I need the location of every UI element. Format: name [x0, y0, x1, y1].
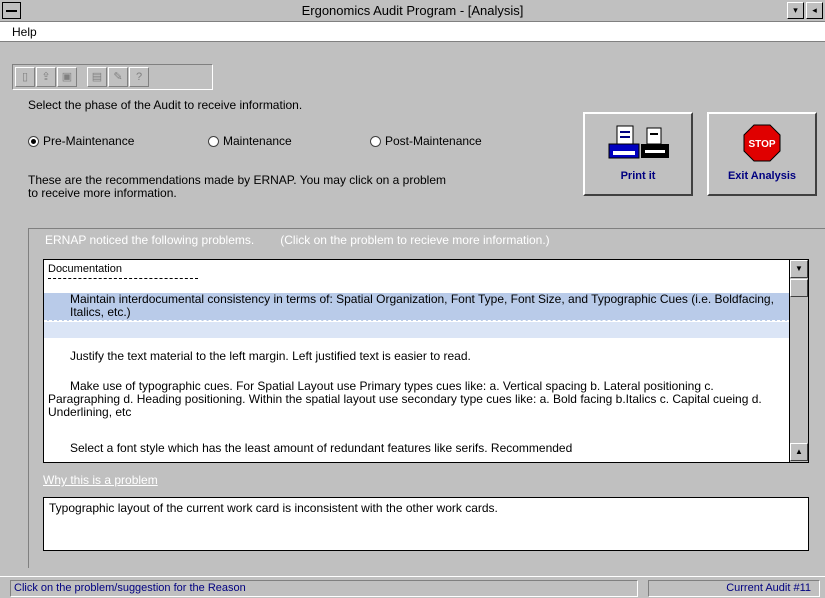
menu-bar: Help [0, 22, 825, 42]
minimize-button[interactable]: ▾ [787, 2, 804, 19]
stop-sign-icon: STOP [743, 124, 781, 162]
exit-analysis-label: Exit Analysis [727, 170, 797, 182]
why-label: Why this is a problem [43, 473, 158, 487]
problems-group: ERNAP noticed the following problems. (Cl… [28, 228, 825, 568]
edit-icon[interactable]: ✎ [108, 67, 128, 87]
help-icon[interactable]: ? [129, 67, 149, 87]
list-category-header: Documentation [48, 263, 122, 275]
menu-help[interactable]: Help [12, 25, 37, 39]
stop-sign-text: STOP [748, 139, 775, 150]
title-bar: Ergonomics Audit Program - [Analysis] ▾ … [0, 0, 825, 22]
scroll-thumb[interactable] [790, 279, 808, 297]
problem-text: Make use of typographic cues. For Spatia… [48, 379, 762, 419]
radio-pre-maintenance[interactable]: Pre-Maintenance [28, 134, 134, 148]
status-bar: Click on the problem/suggestion for the … [0, 576, 825, 598]
current-audit: Current Audit #11 [648, 580, 820, 597]
toolbar: ▯ ⇪ ▣ ▤ ✎ ? [0, 42, 825, 96]
problem-item[interactable]: Justify the text material to the left ma… [44, 350, 790, 363]
exit-analysis-button[interactable]: STOP Exit Analysis [707, 112, 817, 196]
radio-post-maintenance[interactable]: Post-Maintenance [370, 134, 482, 148]
radio-selected-indicator[interactable] [28, 135, 39, 147]
radio-indicator[interactable] [370, 135, 381, 147]
recommendations-intro: These are the recommendations made by ER… [28, 173, 446, 200]
radio-label: Post-Maintenance [385, 134, 482, 148]
open-icon[interactable]: ⇪ [36, 67, 56, 87]
problems-heading: ERNAP noticed the following problems. (Cl… [45, 233, 550, 247]
phase-prompt: Select the phase of the Audit to receive… [28, 98, 303, 112]
status-message: Click on the problem/suggestion for the … [10, 580, 638, 597]
problem-text: Justify the text material to the left ma… [70, 349, 471, 363]
problem-item[interactable]: Select a font style which has the least … [44, 442, 790, 455]
tool-strip: ▯ ⇪ ▣ ▤ ✎ ? [12, 64, 213, 90]
radio-indicator[interactable] [208, 135, 219, 147]
problem-item[interactable]: Make use of typographic cues. For Spatia… [44, 380, 790, 419]
problem-text: Maintain interdocumental consistency in … [70, 292, 774, 319]
radio-maintenance[interactable]: Maintenance [208, 134, 292, 148]
problems-hint: (Click on the problem to recieve more in… [280, 233, 550, 247]
new-icon[interactable]: ▯ [15, 67, 35, 87]
window-title: Ergonomics Audit Program - [Analysis] [301, 3, 524, 18]
problems-title: ERNAP noticed the following problems. [45, 233, 255, 247]
print-preview-icon[interactable]: ▤ [87, 67, 107, 87]
list-scrollbar[interactable]: ▼ ▲ [789, 260, 808, 462]
problem-item-selected[interactable]: Maintain interdocumental consistency in … [44, 293, 790, 321]
print-button[interactable]: Print it [583, 112, 693, 196]
problem-text: Select a font style which has the least … [70, 441, 573, 455]
why-text-box: Typographic layout of the current work c… [43, 497, 809, 551]
radio-label: Pre-Maintenance [43, 134, 135, 148]
restore-button[interactable]: ◂ [806, 2, 823, 19]
selection-gap [44, 322, 790, 338]
printer-icon [608, 125, 669, 159]
problems-list[interactable]: Documentation Maintain interdocumental c… [43, 259, 809, 463]
save-icon[interactable]: ▣ [57, 67, 77, 87]
category-divider [48, 278, 198, 279]
analysis-panel: Select the phase of the Audit to receive… [0, 96, 825, 576]
scroll-up-arrow-icon[interactable]: ▲ [790, 443, 808, 461]
scroll-down-arrow-icon[interactable]: ▼ [790, 260, 808, 278]
radio-label: Maintenance [223, 134, 292, 148]
print-button-label: Print it [620, 170, 656, 182]
